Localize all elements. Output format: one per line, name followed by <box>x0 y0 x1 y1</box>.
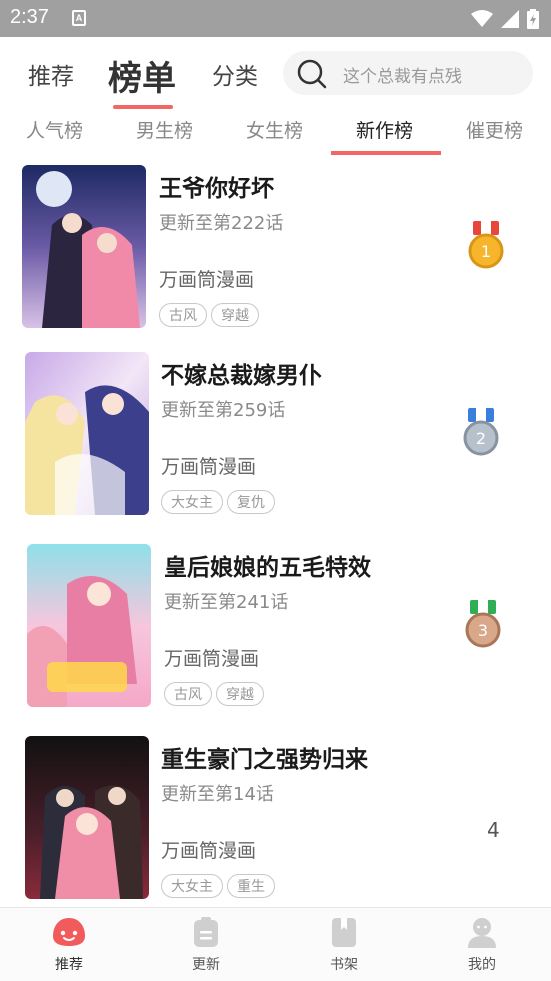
bottom-nav-bookshelf[interactable]: 书架 <box>304 916 384 974</box>
comic-update: 更新至第259话 <box>161 400 286 421</box>
wifi-icon <box>471 10 493 27</box>
rank-label: 3 <box>478 621 488 640</box>
subtab-female[interactable]: 女生榜 <box>246 116 303 143</box>
comic-cover[interactable] <box>25 352 149 515</box>
comic-update: 更新至第241话 <box>164 592 289 613</box>
bottom-nav-label: 书架 <box>330 957 358 973</box>
top-nav: 推荐 榜单 分类 这个总裁有点残 <box>0 37 551 112</box>
search-icon <box>297 59 327 89</box>
tag-list: 古风 穿越 <box>159 303 259 327</box>
system-icons <box>471 8 539 30</box>
subtab-urge[interactable]: 催更榜 <box>466 116 523 143</box>
bottom-nav-recommend[interactable]: 推荐 <box>29 916 109 974</box>
tag[interactable]: 穿越 <box>216 682 264 706</box>
subtab-new[interactable]: 新作榜 <box>356 116 413 143</box>
list-item[interactable]: 皇后娘娘的五毛特效 更新至第241话 万画筒漫画 古风 穿越 3 <box>0 536 551 726</box>
comic-author: 万画筒漫画 <box>159 269 255 291</box>
tag[interactable]: 重生 <box>227 874 275 898</box>
tag[interactable]: 复仇 <box>227 490 275 514</box>
search-placeholder: 这个总裁有点残 <box>343 67 462 87</box>
rank-label: 1 <box>481 242 491 261</box>
bottom-nav-label: 我的 <box>468 957 496 973</box>
list-item[interactable]: 重生豪门之强势归来 更新至第14话 万画筒漫画 大女主 重生 4 <box>0 728 551 907</box>
bottom-nav-profile[interactable]: 我的 <box>442 916 522 974</box>
comic-cover[interactable] <box>22 165 146 328</box>
tab-categories[interactable]: 分类 <box>212 57 258 91</box>
comic-cover[interactable] <box>27 544 151 707</box>
active-tab-indicator <box>113 105 173 109</box>
tag[interactable]: 古风 <box>159 303 207 327</box>
tag[interactable]: 大女主 <box>161 874 223 898</box>
comic-update: 更新至第14话 <box>161 784 274 805</box>
ranking-sub-tabs: 人气榜 男生榜 女生榜 新作榜 催更榜 <box>0 112 551 157</box>
bottom-nav: 推荐 更新 书架 我的 <box>0 907 551 981</box>
comic-title[interactable]: 重生豪门之强势归来 <box>161 740 368 774</box>
subtab-male[interactable]: 男生榜 <box>136 116 193 143</box>
tag-list: 大女主 复仇 <box>161 490 275 514</box>
book-icon <box>332 918 356 947</box>
comic-title[interactable]: 皇后娘娘的五毛特效 <box>164 548 371 582</box>
tag[interactable]: 古风 <box>164 682 212 706</box>
battery-icon <box>527 9 539 29</box>
clipboard-icon <box>194 917 218 947</box>
comic-list: 王爷你好坏 更新至第222话 万画筒漫画 古风 穿越 1 不嫁总裁嫁男仆 更新至… <box>0 157 551 907</box>
bronze-medal-icon: 3 <box>465 600 501 648</box>
silver-medal-icon: 2 <box>463 408 499 456</box>
tag-list: 大女主 重生 <box>161 874 275 898</box>
subtab-popular[interactable]: 人气榜 <box>26 116 83 143</box>
signal-icon <box>501 10 519 28</box>
recommend-face-icon <box>53 918 85 946</box>
tag[interactable]: 穿越 <box>211 303 259 327</box>
rank-number: 4 <box>487 818 500 842</box>
comic-author: 万画筒漫画 <box>161 840 257 862</box>
tab-rankings[interactable]: 榜单 <box>108 51 176 100</box>
comic-title[interactable]: 不嫁总裁嫁男仆 <box>161 356 322 390</box>
bottom-nav-label: 推荐 <box>55 957 83 973</box>
comic-update: 更新至第222话 <box>159 213 284 234</box>
tag-list: 古风 穿越 <box>164 682 264 706</box>
tab-recommend[interactable]: 推荐 <box>28 57 74 91</box>
comic-author: 万画筒漫画 <box>164 648 260 670</box>
comic-author: 万画筒漫画 <box>161 456 257 478</box>
gold-medal-icon: 1 <box>468 221 504 269</box>
subtab-indicator <box>331 151 441 155</box>
bottom-nav-updates[interactable]: 更新 <box>166 916 246 974</box>
list-item[interactable]: 王爷你好坏 更新至第222话 万画筒漫画 古风 穿越 1 <box>0 157 551 347</box>
profile-icon <box>468 918 496 948</box>
tag[interactable]: 大女主 <box>161 490 223 514</box>
status-time: 2:37 <box>10 6 49 28</box>
search-box[interactable]: 这个总裁有点残 <box>283 51 533 95</box>
status-bar: 2:37 A <box>0 0 551 37</box>
comic-cover[interactable] <box>25 736 149 899</box>
rank-label: 2 <box>476 429 486 448</box>
notification-icon: A <box>72 10 86 26</box>
bottom-nav-label: 更新 <box>192 957 220 973</box>
comic-title[interactable]: 王爷你好坏 <box>159 169 274 203</box>
list-item[interactable]: 不嫁总裁嫁男仆 更新至第259话 万画筒漫画 大女主 复仇 2 <box>0 344 551 534</box>
